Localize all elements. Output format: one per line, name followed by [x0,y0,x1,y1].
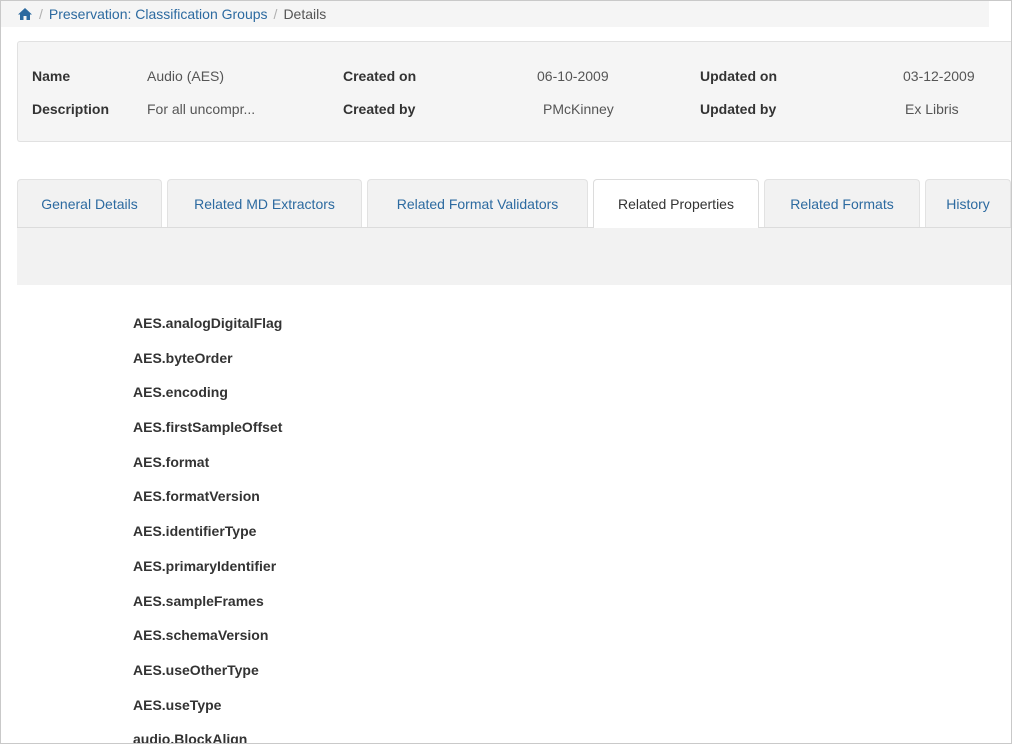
tab-history[interactable]: History [925,179,1011,227]
updated-by-value: Ex Libris [905,101,959,117]
name-label: Name [32,68,71,84]
updated-on-value: 03-12-2009 [903,68,975,84]
list-item: AES.byteOrder [133,349,233,366]
list-item: AES.sampleFrames [133,592,264,609]
tab-bar: General Details Related MD Extractors Re… [1,179,1011,228]
tab-related-format-validators[interactable]: Related Format Validators [367,179,588,227]
breadcrumb-separator: / [273,6,278,22]
created-by-label: Created by [343,101,416,117]
tab-related-formats[interactable]: Related Formats [764,179,920,227]
name-value: Audio (AES) [147,68,225,84]
created-on-value: 06-10-2009 [537,68,609,84]
updated-by-label: Updated by [700,101,777,117]
tab-toolbar-area [17,228,1011,285]
page-frame: / Preservation: Classification Groups / … [0,0,1012,744]
breadcrumb: / Preservation: Classification Groups / … [1,1,989,27]
list-item: AES.identifierType [133,523,257,540]
summary-panel-right [689,41,1011,142]
description-value: For all uncompr... [147,101,256,117]
created-on-label: Created on [343,68,417,84]
created-by-value: PMcKinney [543,101,614,117]
tab-general-details[interactable]: General Details [17,179,162,227]
updated-on-label: Updated on [700,68,777,84]
list-item: AES.formatVersion [133,488,260,505]
list-item: AES.primaryIdentifier [133,557,277,574]
breadcrumb-current: Details [283,6,327,22]
related-properties-list: AES.analogDigitalFlag AES.byteOrder AES.… [133,313,283,744]
tab-related-md-extractors[interactable]: Related MD Extractors [167,179,362,227]
list-item: AES.useOtherType [133,661,259,678]
list-item: AES.schemaVersion [133,627,269,644]
summary-panel [17,41,689,142]
home-icon[interactable] [17,7,33,21]
list-item: AES.format [133,453,210,470]
breadcrumb-separator: / [39,6,43,22]
list-item: AES.firstSampleOffset [133,419,283,436]
list-item: AES.encoding [133,384,228,401]
list-item: AES.analogDigitalFlag [133,315,283,331]
breadcrumb-link-classification-groups[interactable]: Preservation: Classification Groups [49,6,268,22]
list-item: AES.useType [133,696,222,713]
tab-related-properties[interactable]: Related Properties [593,179,759,228]
list-item: audio.BlockAlign [133,731,248,744]
description-label: Description [32,101,110,117]
